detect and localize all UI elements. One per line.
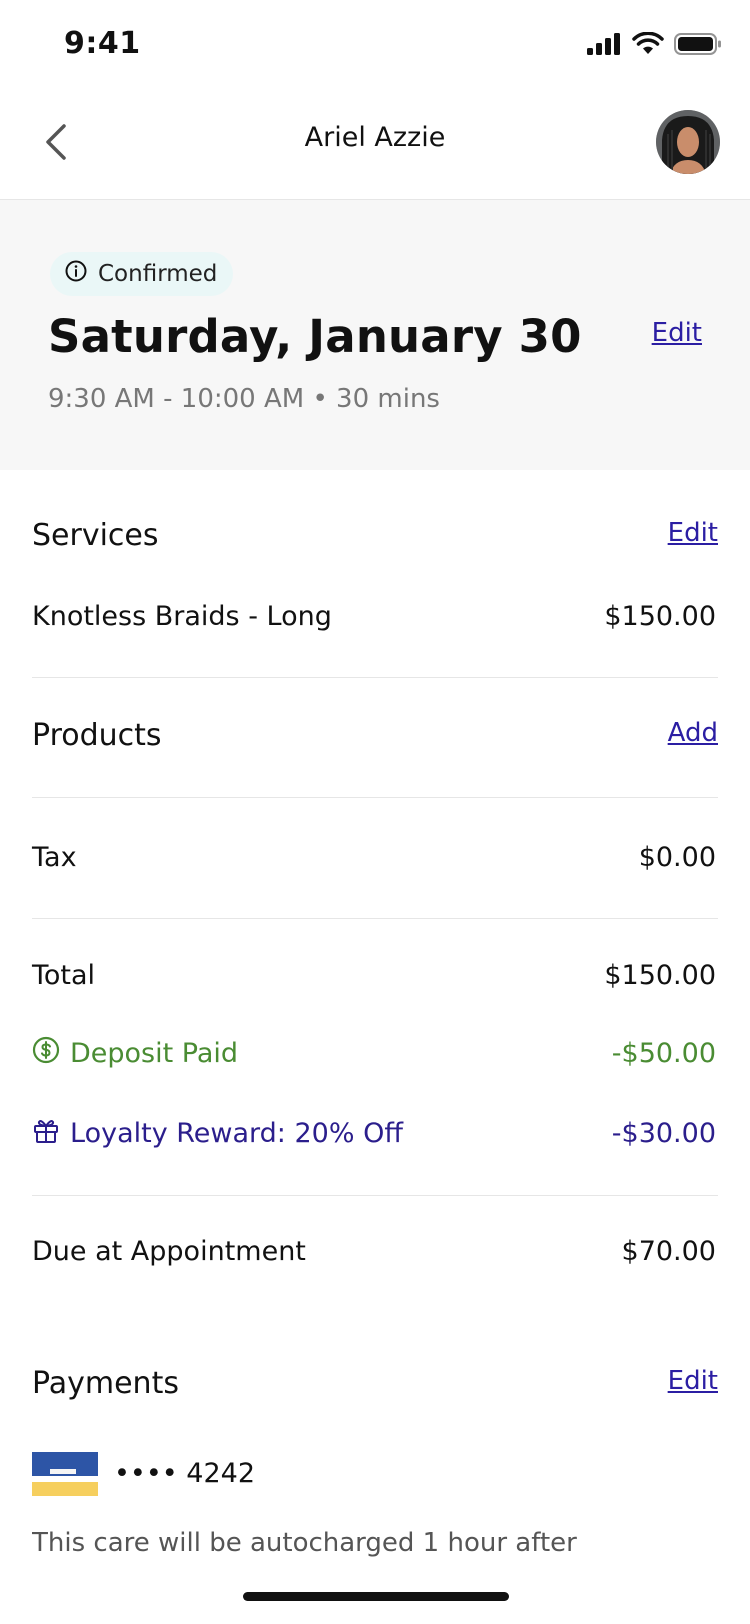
add-product-link[interactable]: Add: [668, 718, 718, 748]
service-name: Knotless Braids - Long: [32, 601, 332, 632]
tax-value: $0.00: [638, 842, 716, 873]
card-number: •••• 4242: [114, 1458, 255, 1489]
credit-card-icon: [32, 1452, 98, 1496]
appointment-summary: Confirmed Saturday, January 30 Edit 9:30…: [0, 200, 750, 470]
appointment-time-range: 9:30 AM - 10:00 AM • 30 mins: [48, 384, 440, 414]
loyalty-label: Loyalty Reward: 20% Off: [70, 1118, 403, 1149]
edit-payments-link[interactable]: Edit: [668, 1366, 718, 1396]
avatar[interactable]: [656, 110, 720, 174]
info-icon: [64, 259, 88, 289]
deposit-row: Deposit Paid: [32, 1036, 238, 1071]
service-price: $150.00: [604, 601, 716, 632]
products-heading: Products: [32, 718, 162, 753]
edit-services-link[interactable]: Edit: [668, 518, 718, 548]
status-badge: Confirmed: [50, 252, 234, 296]
tax-label: Tax: [32, 842, 77, 873]
divider: [32, 1195, 718, 1196]
due-label: Due at Appointment: [32, 1236, 306, 1267]
dollar-circle-icon: [32, 1036, 60, 1071]
status-icons: [586, 31, 722, 60]
total-value: $150.00: [604, 960, 716, 991]
client-name-title: Ariel Azzie: [304, 122, 446, 153]
status-badge-label: Confirmed: [98, 261, 218, 287]
divider: [32, 797, 718, 798]
wifi-icon: [632, 31, 664, 60]
appointment-date: Saturday, January 30: [48, 310, 582, 363]
edit-appointment-link[interactable]: Edit: [652, 318, 702, 348]
services-heading: Services: [32, 518, 159, 553]
deposit-label: Deposit Paid: [70, 1038, 239, 1069]
status-bar: 9:41: [0, 0, 750, 92]
due-value: $70.00: [621, 1236, 716, 1267]
battery-icon: [674, 32, 722, 60]
signal-icon: [586, 32, 622, 60]
total-label: Total: [32, 960, 96, 991]
loyalty-row: Loyalty Reward: 20% Off: [32, 1116, 403, 1151]
gift-icon: [32, 1116, 60, 1151]
deposit-value: -$50.00: [611, 1038, 716, 1069]
loyalty-value: -$30.00: [611, 1118, 716, 1149]
divider: [32, 677, 718, 678]
divider: [32, 918, 718, 919]
status-time: 9:41: [64, 26, 141, 61]
home-indicator: [243, 1592, 509, 1601]
payments-heading: Payments: [32, 1366, 179, 1401]
nav-bar: Ariel Azzie: [0, 92, 750, 200]
autocharge-note: This care will be autocharged 1 hour aft…: [32, 1528, 577, 1558]
